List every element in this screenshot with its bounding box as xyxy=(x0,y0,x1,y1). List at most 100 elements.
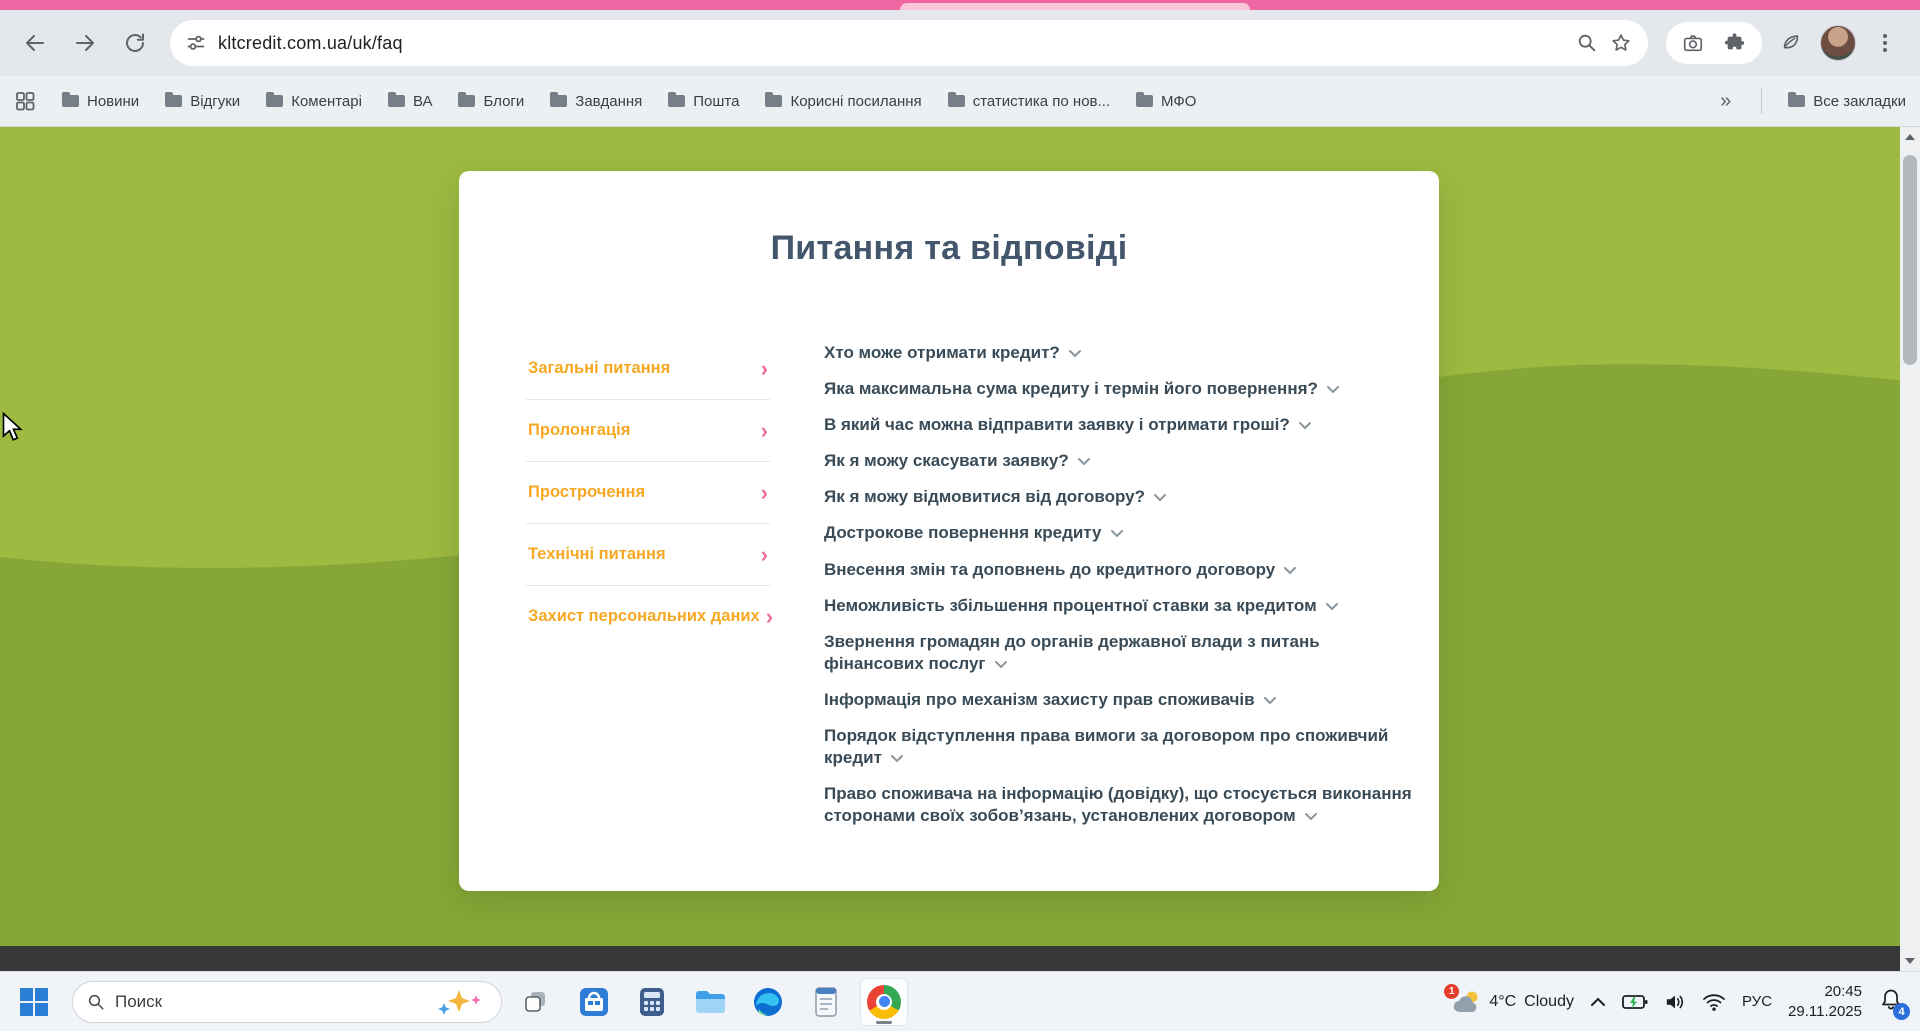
chevron-down-icon xyxy=(1078,450,1090,472)
bookmark-label: статистика по нов... xyxy=(973,93,1110,110)
category-label: Загальні питання xyxy=(528,359,670,378)
bookmarks-overflow-chevron-icon[interactable]: » xyxy=(1716,90,1735,113)
faq-question[interactable]: Порядок відступлення права вимоги за дог… xyxy=(824,725,1424,769)
bookmark-label: Пошта xyxy=(693,93,739,110)
chevron-right-icon: › xyxy=(761,548,768,562)
clock-time: 20:45 xyxy=(1788,982,1862,1002)
bookmark-star-icon[interactable] xyxy=(1610,32,1632,54)
faq-question[interactable]: Як я можу відмовитися від договору? xyxy=(824,486,1424,508)
folder-icon xyxy=(765,95,782,107)
browser-tab[interactable] xyxy=(900,3,1250,10)
chevron-down-icon xyxy=(1154,486,1166,508)
file-explorer-button[interactable] xyxy=(686,978,734,1026)
chrome-app-button[interactable] xyxy=(860,978,908,1026)
file-explorer-icon xyxy=(693,985,727,1019)
weather-condition: Cloudy xyxy=(1524,993,1574,1011)
apps-shortcut[interactable] xyxy=(14,90,36,112)
volume-icon[interactable] xyxy=(1664,992,1686,1012)
start-button[interactable] xyxy=(10,978,58,1026)
bookmark-item[interactable]: Відгуки xyxy=(165,93,240,110)
bookmark-item[interactable]: Пошта xyxy=(668,93,739,110)
category-overdue[interactable]: Прострочення › xyxy=(526,462,770,524)
screenshot-button[interactable] xyxy=(1674,24,1712,62)
address-bar[interactable]: kltcredit.com.ua/uk/faq xyxy=(170,20,1648,66)
faq-question-label: Внесення змін та доповнень до кредитного… xyxy=(824,560,1275,579)
folder-icon xyxy=(1136,95,1153,107)
forward-button[interactable] xyxy=(64,22,106,64)
news-badge: 1 xyxy=(1444,984,1459,999)
weather-temp: 4°C xyxy=(1489,993,1516,1011)
folder-icon xyxy=(458,95,475,107)
bookmark-item[interactable]: ВА xyxy=(388,93,433,110)
scrollbar-up-icon[interactable] xyxy=(1900,127,1920,147)
folder-icon xyxy=(1788,95,1805,107)
chevron-down-icon xyxy=(1264,689,1276,711)
back-button[interactable] xyxy=(14,22,56,64)
task-view-button[interactable] xyxy=(512,978,560,1026)
bookmark-item[interactable]: Завдання xyxy=(550,93,642,110)
category-general[interactable]: Загальні питання › xyxy=(526,338,770,400)
store-app-button[interactable] xyxy=(570,978,618,1026)
faq-question[interactable]: Дострокове повернення кредиту xyxy=(824,522,1424,544)
language-indicator[interactable]: РУС xyxy=(1742,993,1772,1010)
tray-chevron-up-icon[interactable] xyxy=(1590,996,1606,1008)
folder-icon xyxy=(62,95,79,107)
chevron-down-icon xyxy=(1326,595,1338,617)
bookmark-label: Коментарі xyxy=(291,93,362,110)
faq-question[interactable]: Інформація про механізм захисту прав спо… xyxy=(824,689,1424,711)
category-prolongation[interactable]: Пролонгація › xyxy=(526,400,770,462)
edge-icon xyxy=(751,985,785,1019)
faq-question-label: Яка максимальна сума кредиту і термін йо… xyxy=(824,379,1318,398)
faq-question[interactable]: Як я можу скасувати заявку? xyxy=(824,450,1424,472)
calculator-app-button[interactable] xyxy=(628,978,676,1026)
battery-charging-icon[interactable] xyxy=(1622,992,1648,1012)
faq-question[interactable]: В який час можна відправити заявку і отр… xyxy=(824,414,1424,436)
profile-avatar[interactable] xyxy=(1820,25,1856,61)
bookmark-item[interactable]: МФО xyxy=(1136,93,1196,110)
clock-widget[interactable]: 20:45 29.11.2025 xyxy=(1788,982,1862,1021)
bookmark-item[interactable]: Корисні посилання xyxy=(765,93,921,110)
all-bookmarks-label: Все закладки xyxy=(1813,93,1906,110)
all-bookmarks-button[interactable]: Все закладки xyxy=(1788,93,1906,110)
faq-question[interactable]: Яка максимальна сума кредиту і термін йо… xyxy=(824,378,1424,400)
taskbar-search[interactable]: Поиск xyxy=(72,981,502,1023)
site-info-icon[interactable] xyxy=(186,33,206,53)
weather-widget[interactable]: 1 4°C Cloudy xyxy=(1451,989,1574,1015)
chevron-right-icon: › xyxy=(766,610,773,624)
faq-columns: Загальні питання › Пролонгація › Простро… xyxy=(526,338,1439,841)
faq-question[interactable]: Звернення громадян до органів державної … xyxy=(824,631,1424,675)
zoom-icon[interactable] xyxy=(1576,32,1598,54)
url-text[interactable]: kltcredit.com.ua/uk/faq xyxy=(218,33,1564,54)
faq-question-label: Право споживача на інформацію (довідку),… xyxy=(824,784,1412,825)
bookmark-item[interactable]: Коментарі xyxy=(266,93,362,110)
browser-menu-button[interactable] xyxy=(1864,22,1906,64)
faq-question-label: Як я можу відмовитися від договору? xyxy=(824,487,1145,506)
bookmark-item[interactable]: статистика по нов... xyxy=(948,93,1110,110)
edge-app-button[interactable] xyxy=(744,978,792,1026)
bookmark-item[interactable]: Новини xyxy=(62,93,139,110)
chevron-right-icon: › xyxy=(761,362,768,376)
notepad-app-button[interactable] xyxy=(802,978,850,1026)
faq-question[interactable]: Хто може отримати кредит? xyxy=(824,342,1424,364)
chevron-down-icon xyxy=(995,653,1007,675)
search-icon xyxy=(87,993,105,1011)
browser-toolbar: kltcredit.com.ua/uk/faq xyxy=(0,10,1920,76)
screen: kltcredit.com.ua/uk/faq Новини Відгуки К… xyxy=(0,0,1920,1031)
category-data-protection[interactable]: Захист персональних даних › xyxy=(526,586,770,647)
performance-button[interactable] xyxy=(1770,22,1812,64)
faq-question[interactable]: Неможливість збільшення процентної ставк… xyxy=(824,595,1424,617)
page-viewport: Питання та відповіді Загальні питання › … xyxy=(0,127,1920,946)
faq-question[interactable]: Право споживача на інформацію (довідку),… xyxy=(824,783,1424,827)
bookmark-label: ВА xyxy=(413,93,433,110)
bookmark-item[interactable]: Блоги xyxy=(458,93,524,110)
copilot-sparkle-icon[interactable] xyxy=(435,987,487,1017)
wifi-icon[interactable] xyxy=(1702,992,1726,1012)
page-scrollbar[interactable] xyxy=(1900,127,1920,971)
notification-center-button[interactable]: 4 xyxy=(1878,987,1904,1016)
extensions-button[interactable] xyxy=(1716,24,1754,62)
category-technical[interactable]: Технічні питання › xyxy=(526,524,770,586)
scrollbar-down-icon[interactable] xyxy=(1900,951,1920,971)
scrollbar-thumb[interactable] xyxy=(1903,155,1917,365)
reload-button[interactable] xyxy=(114,22,156,64)
faq-question[interactable]: Внесення змін та доповнень до кредитного… xyxy=(824,559,1424,581)
